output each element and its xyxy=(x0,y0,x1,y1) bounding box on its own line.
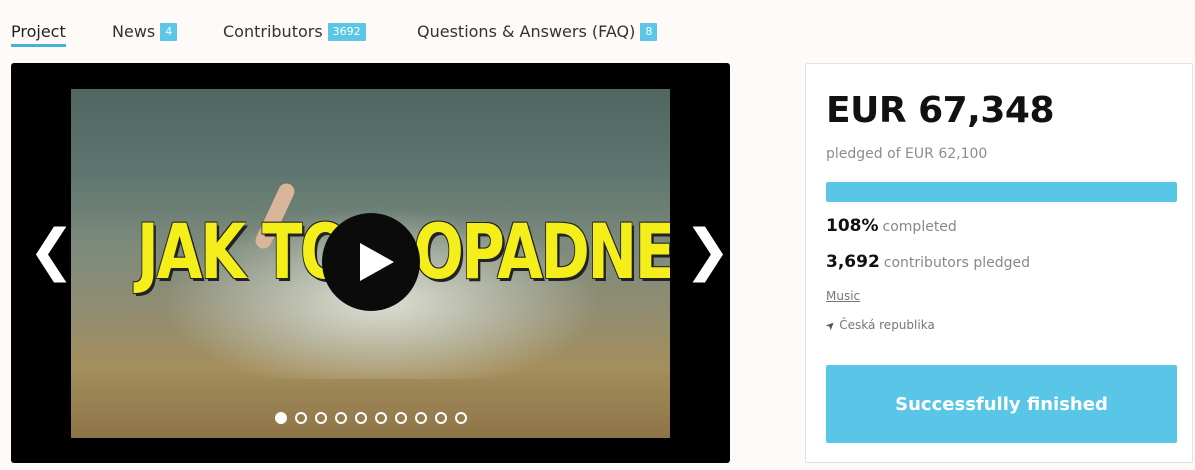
tab-faq-label: Questions & Answers (FAQ) xyxy=(417,22,636,41)
tab-contributors[interactable]: Contributors 3692 xyxy=(223,22,366,41)
contributors-count-badge: 3692 xyxy=(327,22,366,41)
location-label: Česká republika xyxy=(839,318,935,332)
tab-contributors-label: Contributors xyxy=(223,22,323,41)
contributors-stat: 3,692 contributors pledged xyxy=(826,252,1030,272)
category-link[interactable]: Music xyxy=(826,289,860,303)
carousel-dot[interactable] xyxy=(435,412,447,424)
funding-progress-fill xyxy=(826,182,1177,202)
contributors-value: 3,692 xyxy=(826,252,880,272)
carousel-dot[interactable] xyxy=(455,412,467,424)
completed-stat: 108% completed xyxy=(826,216,957,236)
carousel-dot[interactable] xyxy=(415,412,427,424)
tab-news[interactable]: News 4 xyxy=(112,22,178,41)
carousel-dot[interactable] xyxy=(295,412,307,424)
news-count-badge: 4 xyxy=(160,22,178,41)
carousel-dot[interactable] xyxy=(375,412,387,424)
successfully-finished-button[interactable]: Successfully finished xyxy=(826,365,1177,443)
tab-news-label: News xyxy=(112,22,156,41)
contributors-label: contributors pledged xyxy=(883,255,1031,271)
faq-count-badge: 8 xyxy=(640,22,658,41)
location-info: ➤ Česká republika xyxy=(822,317,935,333)
video-carousel: ❮ JAK TO DOPADNE ? ❯ xyxy=(11,63,731,463)
carousel-dot[interactable] xyxy=(315,412,327,424)
tab-faq[interactable]: Questions & Answers (FAQ) 8 xyxy=(417,22,658,41)
pledged-amount: EUR 67,348 xyxy=(826,90,1055,131)
carousel-dot[interactable] xyxy=(335,412,347,424)
carousel-dot[interactable] xyxy=(355,412,367,424)
location-arrow-icon: ➤ xyxy=(822,317,839,333)
video-thumbnail[interactable]: JAK TO DOPADNE ? xyxy=(71,89,670,438)
tab-project-label: Project xyxy=(11,22,66,47)
funding-summary: EUR 67,348 pledged of EUR 62,100 108% com… xyxy=(805,63,1193,463)
carousel-dot[interactable] xyxy=(395,412,407,424)
funding-goal: pledged of EUR 62,100 xyxy=(826,146,988,162)
play-icon[interactable] xyxy=(322,213,420,311)
completed-value: 108% xyxy=(826,216,879,236)
carousel-dot[interactable] xyxy=(275,412,287,424)
completed-label: completed xyxy=(882,219,957,235)
chevron-left-icon[interactable]: ❮ xyxy=(28,223,75,279)
chevron-right-icon[interactable]: ❯ xyxy=(684,223,731,279)
tab-project[interactable]: Project xyxy=(11,22,66,47)
funding-progress-bar xyxy=(826,182,1177,202)
carousel-dots xyxy=(275,412,467,424)
